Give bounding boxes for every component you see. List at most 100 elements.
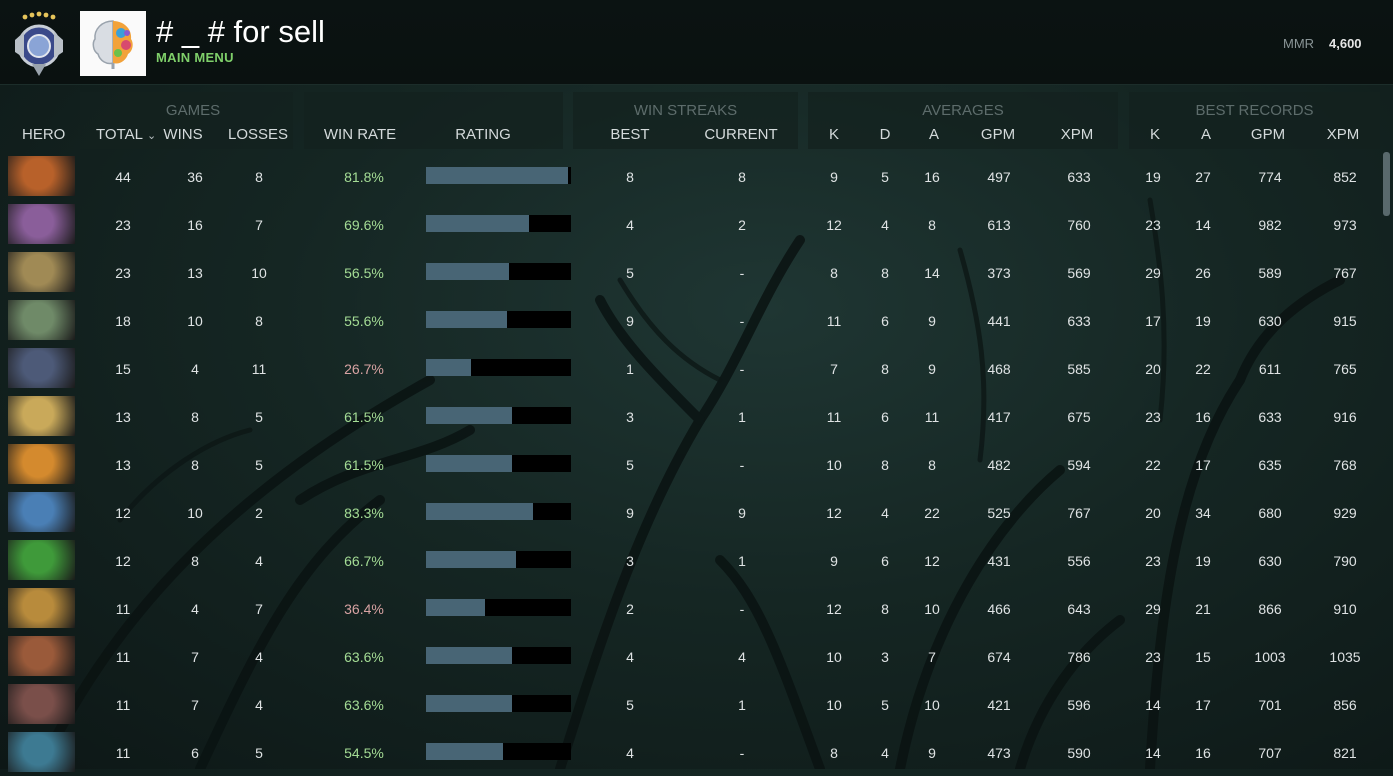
table-row[interactable]: 11 7 4 63.6% 4 4 10 3 7 674 786 23 15 1003 1035 <box>0 632 1380 680</box>
win-rate-cell: 81.8% <box>344 169 384 185</box>
avg-xpm-cell: 585 <box>1067 361 1091 377</box>
table-row[interactable]: 11 4 7 36.4% 2 - 12 8 10 466 643 29 21 866 910 <box>0 584 1380 632</box>
hero-portrait[interactable] <box>8 348 75 388</box>
hero-portrait[interactable] <box>8 204 75 244</box>
record-kills-cell: 23 <box>1145 217 1161 233</box>
table-row[interactable]: 23 16 7 69.6% 4 2 12 4 8 613 760 23 14 982 973 <box>0 200 1380 248</box>
col-header-wins[interactable]: WINS <box>163 126 202 143</box>
games-group-title: GAMES <box>165 102 221 119</box>
col-header-total[interactable]: TOTAL ⌄ <box>96 126 156 143</box>
table-row[interactable]: 13 8 5 61.5% 3 1 11 6 11 417 675 23 16 633 916 <box>0 392 1380 440</box>
hero-portrait[interactable] <box>8 684 75 724</box>
avg-assists-cell: 12 <box>924 553 940 569</box>
table-row[interactable]: 12 8 4 66.7% 3 1 9 6 12 431 556 23 19 630 790 <box>0 536 1380 584</box>
sort-chevron-down-icon: ⌄ <box>146 130 157 142</box>
avg-xpm-cell: 760 <box>1067 217 1091 233</box>
avg-gpm-cell: 431 <box>987 553 1011 569</box>
avg-gpm-cell: 466 <box>987 601 1011 617</box>
hero-portrait[interactable] <box>8 156 75 196</box>
col-header-record-kills[interactable]: K <box>1150 126 1160 143</box>
avg-assists-cell: 22 <box>924 505 940 521</box>
rating-bar-fill <box>426 215 529 232</box>
best-streak-cell: 1 <box>626 361 634 377</box>
best-streak-cell: 5 <box>626 457 634 473</box>
hero-portrait[interactable] <box>8 444 75 484</box>
hero-portrait[interactable] <box>8 300 75 340</box>
record-gpm-cell: 982 <box>1258 217 1282 233</box>
table-row[interactable]: 13 8 5 61.5% 5 - 10 8 8 482 594 22 17 635 768 <box>0 440 1380 488</box>
total-cell: 23 <box>115 217 131 233</box>
win-rate-cell: 54.5% <box>344 745 384 761</box>
col-header-current-streak[interactable]: CURRENT <box>704 126 777 143</box>
col-header-record-xpm[interactable]: XPM <box>1327 126 1360 143</box>
current-streak-cell: 4 <box>738 649 746 665</box>
hero-portrait[interactable] <box>8 540 75 580</box>
hero-portrait[interactable] <box>8 588 75 628</box>
hero-portrait[interactable] <box>8 732 75 772</box>
col-header-avg-kills[interactable]: K <box>829 126 839 143</box>
table-row[interactable]: 18 10 8 55.6% 9 - 11 6 9 441 633 17 19 630 915 <box>0 296 1380 344</box>
col-header-record-assists[interactable]: A <box>1201 126 1211 143</box>
col-header-avg-xpm[interactable]: XPM <box>1061 126 1094 143</box>
col-header-best-streak[interactable]: BEST <box>610 126 649 143</box>
col-header-total-label: TOTAL <box>96 126 143 143</box>
rating-bar-fill <box>426 743 503 760</box>
mmr-value: 4,600 <box>1329 36 1362 51</box>
col-header-hero[interactable]: HERO <box>22 126 65 143</box>
table-row[interactable]: 15 4 11 26.7% 1 - 7 8 9 468 585 20 22 611 765 <box>0 344 1380 392</box>
scrollbar-thumb[interactable] <box>1383 152 1390 216</box>
col-header-record-gpm[interactable]: GPM <box>1251 126 1285 143</box>
col-header-avg-deaths[interactable]: D <box>880 126 891 143</box>
avg-deaths-cell: 6 <box>881 409 889 425</box>
total-cell: 44 <box>115 169 131 185</box>
avg-gpm-cell: 421 <box>987 697 1011 713</box>
wins-cell: 8 <box>191 457 199 473</box>
wins-cell: 8 <box>191 409 199 425</box>
hero-portrait[interactable] <box>8 396 75 436</box>
table-row[interactable]: 11 7 4 63.6% 5 1 10 5 10 421 596 14 17 701 856 <box>0 680 1380 728</box>
losses-cell: 8 <box>255 313 263 329</box>
avg-xpm-cell: 569 <box>1067 265 1091 281</box>
col-header-win-rate[interactable]: WIN RATE <box>324 126 396 143</box>
record-assists-cell: 27 <box>1195 169 1211 185</box>
avg-assists-cell: 11 <box>924 409 940 425</box>
best-records-group-title: BEST RECORDS <box>1195 102 1314 119</box>
record-assists-cell: 21 <box>1195 601 1211 617</box>
hero-portrait[interactable] <box>8 636 75 676</box>
current-streak-cell: 8 <box>738 169 746 185</box>
table-row[interactable]: 23 13 10 56.5% 5 - 8 8 14 373 569 29 26 589 767 <box>0 248 1380 296</box>
record-gpm-cell: 707 <box>1258 745 1282 761</box>
col-header-avg-gpm[interactable]: GPM <box>981 126 1015 143</box>
current-streak-cell: 1 <box>738 553 746 569</box>
record-kills-cell: 23 <box>1145 409 1161 425</box>
rating-bar-fill <box>426 503 533 520</box>
main-menu-link[interactable]: MAIN MENU <box>156 50 234 65</box>
table-row[interactable]: 12 10 2 83.3% 9 9 12 4 22 525 767 20 34 680 929 <box>0 488 1380 536</box>
avg-kills-cell: 12 <box>826 505 842 521</box>
hero-portrait[interactable] <box>8 252 75 292</box>
avg-gpm-cell: 468 <box>987 361 1011 377</box>
table-row[interactable]: 44 36 8 81.8% 8 8 9 5 16 497 633 19 27 774 852 <box>0 152 1380 200</box>
current-streak-cell: - <box>739 457 745 473</box>
hero-portrait[interactable] <box>8 492 75 532</box>
best-streak-cell: 9 <box>626 505 634 521</box>
record-assists-cell: 22 <box>1195 361 1211 377</box>
win-rate-cell: 63.6% <box>344 697 384 713</box>
avg-assists-cell: 16 <box>924 169 940 185</box>
rating-bar-track <box>426 359 571 376</box>
rating-bar-fill <box>426 359 471 376</box>
losses-cell: 5 <box>255 409 263 425</box>
avg-assists-cell: 7 <box>928 649 936 665</box>
profile-avatar[interactable] <box>80 11 146 76</box>
rating-bar-track <box>426 503 571 520</box>
col-header-avg-assists[interactable]: A <box>929 126 939 143</box>
best-streak-cell: 4 <box>626 649 634 665</box>
hero-stats-table: 44 36 8 81.8% 8 8 9 5 16 497 633 19 27 774 852 23 16 7 69.… <box>0 152 1380 776</box>
avg-xpm-cell: 633 <box>1067 169 1091 185</box>
record-xpm-cell: 767 <box>1333 265 1357 281</box>
avg-deaths-cell: 4 <box>881 745 889 761</box>
col-header-rating[interactable]: RATING <box>455 126 511 143</box>
avg-gpm-cell: 482 <box>987 457 1011 473</box>
col-header-losses[interactable]: LOSSES <box>228 126 288 143</box>
avg-kills-cell: 10 <box>826 697 842 713</box>
